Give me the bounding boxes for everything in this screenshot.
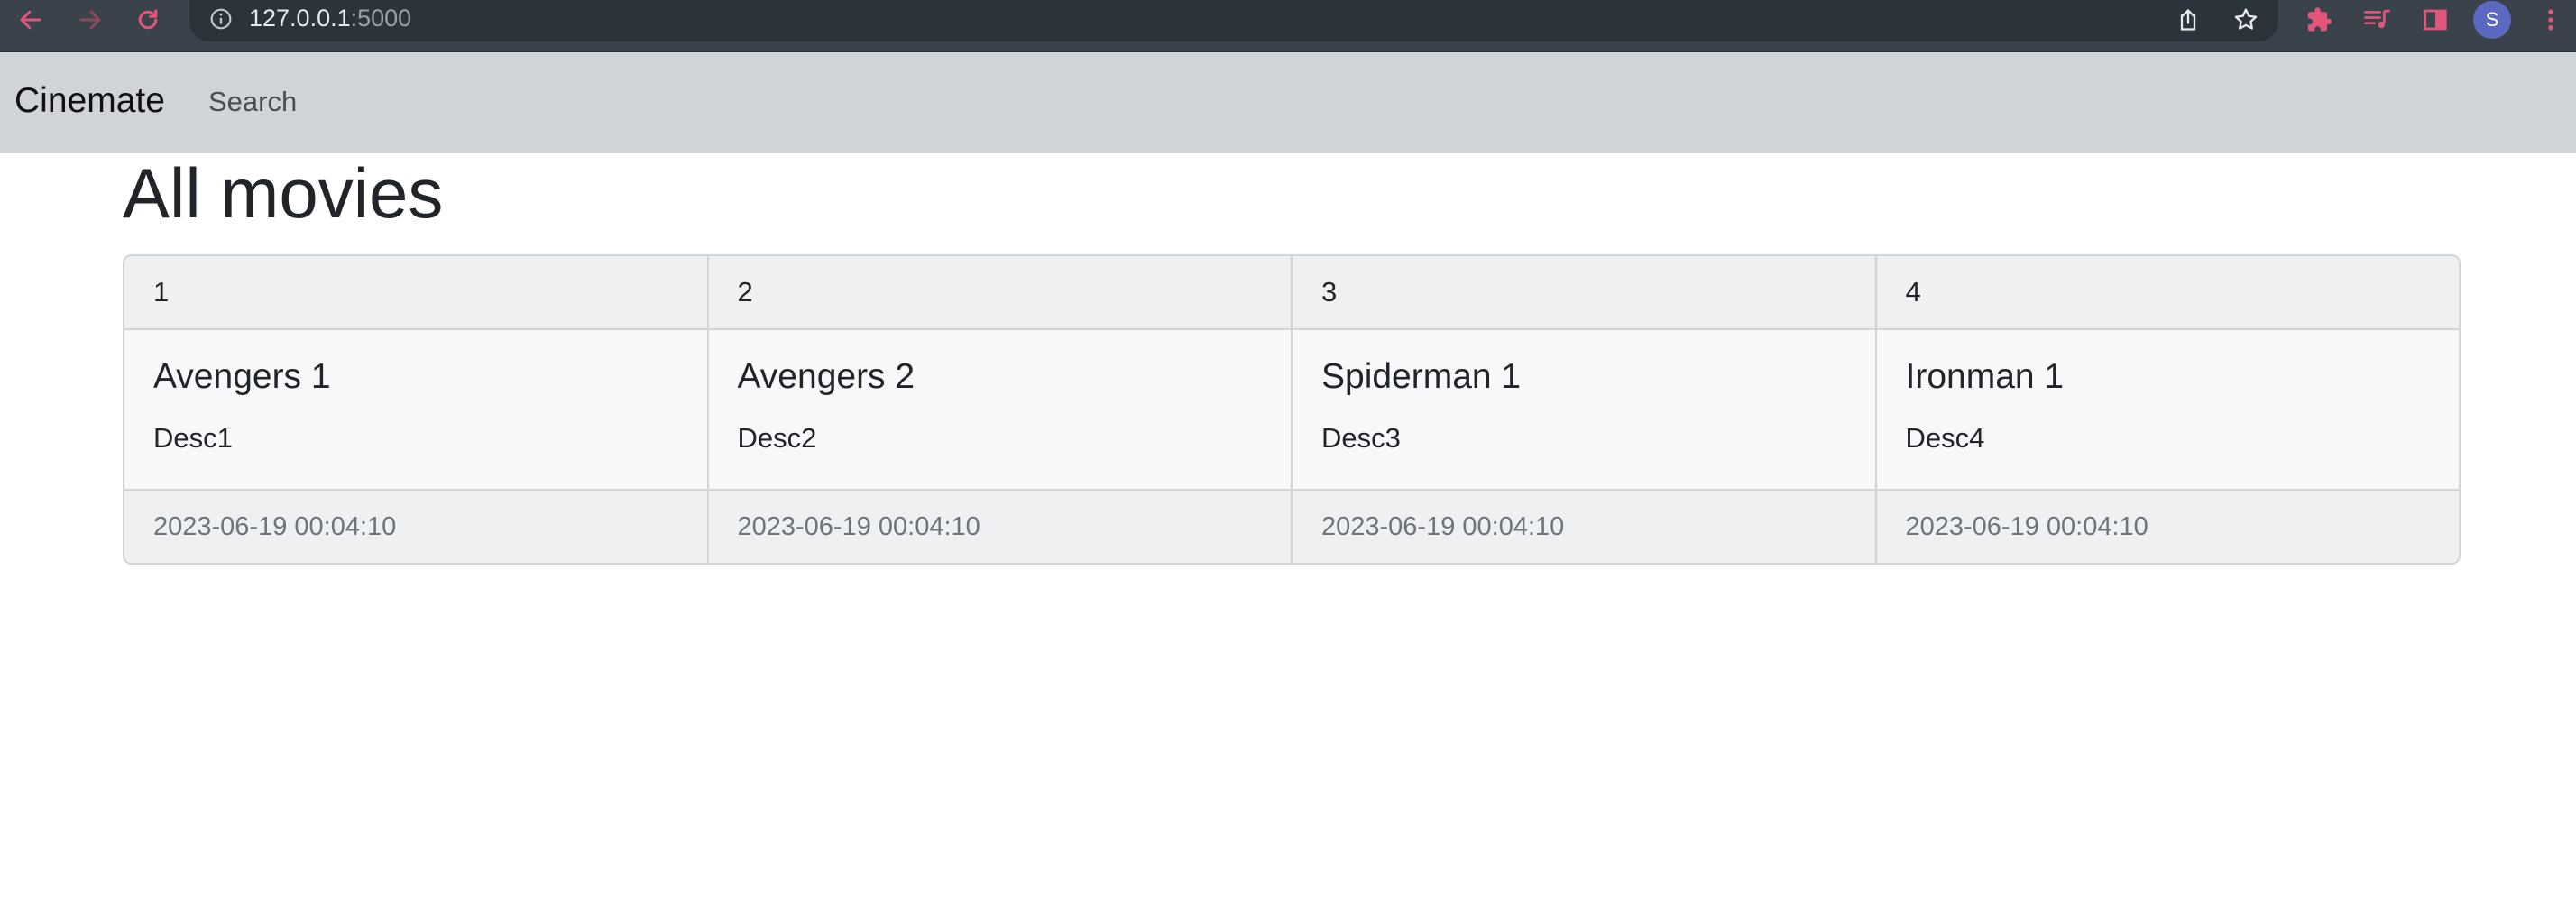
card-title: Avengers 2 bbox=[737, 357, 915, 396]
card-title: Ironman 1 bbox=[1905, 357, 2065, 396]
navbar: Cinemate Search bbox=[0, 52, 2576, 153]
card-header: 1 bbox=[124, 256, 707, 330]
card-header: 2 bbox=[708, 256, 1291, 330]
card-text: Desc4 bbox=[1905, 422, 1985, 454]
card-text: Desc2 bbox=[737, 422, 817, 454]
address-bar[interactable]: 127.0.0.1:5000 bbox=[189, 0, 2278, 41]
brand-link[interactable]: Cinemate bbox=[14, 81, 165, 121]
reload-icon[interactable] bbox=[130, 2, 166, 38]
card-header: 3 bbox=[1293, 256, 1875, 330]
share-icon[interactable] bbox=[2170, 2, 2206, 38]
media-queue-icon[interactable] bbox=[2360, 2, 2396, 38]
side-panel-icon[interactable] bbox=[2417, 2, 2453, 38]
card-footer: 2023-06-19 00:04:10 bbox=[124, 489, 707, 563]
profile-avatar[interactable]: S bbox=[2473, 1, 2511, 39]
nav-link-search[interactable]: Search bbox=[208, 86, 297, 118]
page-title: All movies bbox=[123, 153, 444, 233]
movie-card: 3 Spiderman 1 Desc3 2023-06-19 00:04:10 bbox=[1293, 256, 1877, 563]
card-body: Ironman 1 Desc4 bbox=[1876, 330, 2459, 489]
card-text: Desc1 bbox=[153, 422, 233, 454]
movie-card: 2 Avengers 2 Desc2 2023-06-19 00:04:10 bbox=[708, 256, 1293, 563]
card-footer: 2023-06-19 00:04:10 bbox=[708, 489, 1291, 563]
card-body: Avengers 1 Desc1 bbox=[124, 330, 707, 489]
puzzle-icon[interactable] bbox=[2302, 2, 2338, 38]
movie-card: 1 Avengers 1 Desc1 2023-06-19 00:04:10 bbox=[124, 256, 709, 563]
card-footer: 2023-06-19 00:04:10 bbox=[1293, 489, 1875, 563]
card-body: Avengers 2 Desc2 bbox=[708, 330, 1291, 489]
forward-arrow-icon[interactable] bbox=[72, 2, 108, 38]
card-text: Desc3 bbox=[1321, 422, 1401, 454]
card-title: Avengers 1 bbox=[153, 357, 331, 396]
card-footer: 2023-06-19 00:04:10 bbox=[1876, 489, 2459, 563]
card-body: Spiderman 1 Desc3 bbox=[1293, 330, 1875, 489]
movie-card: 4 Ironman 1 Desc4 2023-06-19 00:04:10 bbox=[1876, 256, 2459, 563]
info-icon[interactable] bbox=[209, 7, 233, 31]
url-host: 127.0.0.1 bbox=[249, 5, 351, 32]
card-title: Spiderman 1 bbox=[1321, 357, 1522, 396]
movie-card-group: 1 Avengers 1 Desc1 2023-06-19 00:04:10 2… bbox=[123, 254, 2461, 565]
card-header: 4 bbox=[1876, 256, 2459, 330]
star-icon[interactable] bbox=[2228, 2, 2264, 38]
kebab-menu-icon[interactable] bbox=[2533, 2, 2569, 38]
url-port: :5000 bbox=[350, 5, 412, 32]
browser-toolbar: 127.0.0.1:5000 S bbox=[0, 0, 2576, 52]
back-arrow-icon[interactable] bbox=[13, 2, 49, 38]
url-text[interactable]: 127.0.0.1:5000 bbox=[249, 5, 411, 32]
